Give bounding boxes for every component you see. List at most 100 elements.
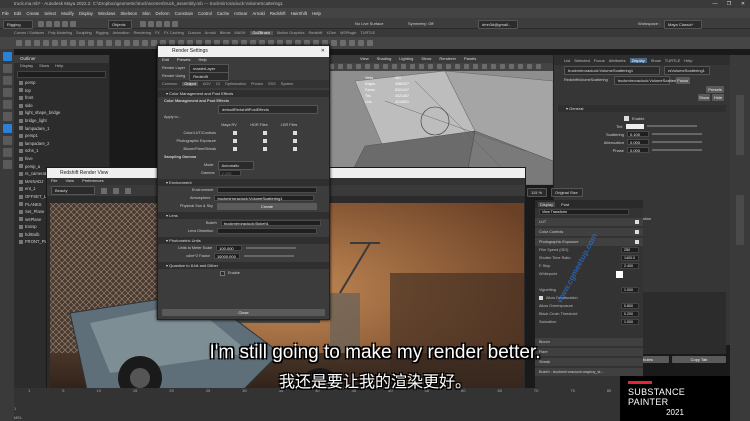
apply-checkbox[interactable] — [293, 139, 297, 143]
tab-post[interactable]: Post — [561, 202, 569, 207]
channel-box-side-tab[interactable] — [736, 195, 744, 245]
menu-redshift[interactable]: Redshift — [270, 11, 286, 16]
quantize-section[interactable]: Quantize to 8-bit and Dither — [158, 262, 329, 269]
vignetting-field[interactable]: 1.000 — [621, 287, 639, 293]
shelf-tool-icon[interactable] — [133, 40, 139, 46]
new-scene-icon[interactable] — [38, 21, 44, 27]
display-size-dropdown[interactable]: Original Size — [551, 188, 583, 197]
menuset-dropdown[interactable]: Rigging — [3, 20, 33, 29]
symmetry-label[interactable]: Symmetry: Off — [408, 21, 433, 26]
rv-param-field[interactable]: 0.200 — [621, 311, 639, 317]
view-transform-dropdown[interactable]: View Transform — [539, 209, 629, 215]
dither-enable-checkbox[interactable] — [220, 270, 225, 276]
live-surface-label[interactable]: No Live Surface — [355, 21, 383, 26]
outliner-menu-show[interactable]: Show — [39, 63, 49, 70]
shelf-tool-icon[interactable] — [61, 40, 67, 46]
layout-outliner-icon[interactable] — [2, 160, 12, 169]
node-type-tab[interactable]: rsVolumeScattering1 — [664, 65, 710, 75]
menu-skeleton[interactable]: Skeleton — [120, 11, 137, 16]
apply-checkbox[interactable] — [233, 131, 237, 135]
shelf-tool-icon[interactable] — [16, 40, 22, 46]
shelf-tab-rendering[interactable]: Rendering — [133, 31, 151, 35]
save-scene-icon[interactable] — [54, 21, 60, 27]
rv-param-field[interactable]: 250 — [621, 247, 639, 253]
tint-swatch[interactable] — [625, 123, 644, 129]
rs-tab-system[interactable]: System — [281, 82, 294, 86]
attr-tab-selected[interactable]: Selected — [574, 58, 590, 63]
zoom-dropdown[interactable]: 115 % — [527, 188, 547, 197]
viewport-tool-icon[interactable] — [527, 64, 532, 69]
shelf-tool-icon[interactable] — [70, 40, 76, 46]
open-scene-icon[interactable] — [46, 21, 52, 27]
viewport-menu-lighting[interactable]: Lighting — [399, 55, 413, 63]
outliner-menu-display[interactable]: Display — [20, 63, 33, 70]
menu-windows[interactable]: Windows — [98, 11, 115, 16]
close-button[interactable]: ✕ — [736, 0, 750, 8]
shelf-tab-rigging[interactable]: Rigging — [96, 31, 109, 35]
rs-tab-sss[interactable]: SSS — [268, 82, 276, 86]
rv-menu-file[interactable]: File — [51, 178, 57, 185]
shelf-tool-icon[interactable] — [97, 40, 103, 46]
shelf-tab-sculpting[interactable]: Sculpting — [76, 31, 92, 35]
shelf-tab-arnold[interactable]: Arnold — [205, 31, 216, 35]
snap-grid-icon[interactable] — [140, 21, 146, 27]
rv-param-field[interactable]: 2.400 — [621, 263, 639, 269]
node-name-tab[interactable]: truckmirroraciuck:VolumeScattering1 — [564, 65, 660, 75]
post-effects-field[interactable]: defaultRedshiftPostEffects — [218, 104, 318, 114]
shelf-tool-icon[interactable] — [106, 40, 112, 46]
check-icon[interactable] — [635, 220, 639, 224]
hide-button[interactable]: Hide — [712, 93, 724, 101]
move-tool-icon[interactable] — [2, 88, 12, 97]
viewport-menu-show[interactable]: Show — [421, 55, 431, 63]
shelf-tool-icon[interactable] — [115, 40, 121, 46]
rs-tab-gi[interactable]: GI — [216, 82, 220, 86]
rv-section-lut[interactable]: LUT — [535, 218, 643, 226]
shelf-tool-icon[interactable] — [25, 40, 31, 46]
rs-tab-aov[interactable]: AOV — [203, 82, 211, 86]
outliner-search-input[interactable] — [17, 71, 106, 78]
user-account-dropdown[interactable]: dmn3d@gmail... — [478, 20, 518, 29]
snap-point-icon[interactable] — [156, 21, 162, 27]
apply-checkbox[interactable] — [263, 147, 267, 151]
snap-surface-icon[interactable] — [172, 21, 178, 27]
viewport-tool-icon[interactable] — [338, 64, 343, 69]
lens-section[interactable]: Lens — [158, 212, 329, 219]
viewport-tool-icon[interactable] — [473, 64, 478, 69]
outliner-item[interactable]: front — [19, 94, 109, 102]
viewport-menu-shading[interactable]: Shading — [377, 55, 392, 63]
attr-field-slider[interactable] — [652, 133, 702, 135]
outliner-item[interactable]: bridge_light — [19, 117, 109, 125]
snap-view-icon[interactable] — [164, 21, 170, 27]
render-icon[interactable] — [101, 187, 107, 194]
viewport-tool-icon[interactable] — [464, 64, 469, 69]
outliner-item[interactable]: sohs_1 — [19, 147, 109, 155]
attr-tab-list[interactable]: List — [564, 58, 570, 63]
shelf-tool-icon[interactable] — [349, 40, 355, 46]
menu-select[interactable]: Select — [44, 11, 56, 16]
shelf-tool-icon[interactable] — [142, 40, 148, 46]
viewport-menu-view[interactable]: View — [360, 55, 369, 63]
viewport-tool-icon[interactable] — [383, 64, 388, 69]
shelf-tab-turtle[interactable]: TURTLE — [360, 31, 375, 35]
shelf-tab-animation[interactable]: Animation — [113, 31, 130, 35]
range-start[interactable]: 1 — [14, 406, 16, 411]
rv-param-field[interactable]: 1400.0 — [621, 255, 639, 261]
time-slider[interactable]: 1 5 10 15 20 25 30 35 40 45 50 55 60 65 70 75 80 1 MEL — [14, 388, 620, 421]
bokeh-field[interactable]: truckmirroraciuck:Bokeh1 — [220, 220, 321, 226]
enable-checkbox[interactable] — [624, 115, 629, 121]
scale-tool-icon[interactable] — [2, 112, 12, 121]
snap-curve-icon[interactable] — [148, 21, 154, 27]
attr-tab-attributes[interactable]: Attributes — [609, 58, 626, 63]
shelf-tab-redshift[interactable]: Redshift — [308, 31, 322, 35]
shelf-tool-icon[interactable] — [124, 40, 130, 46]
render-settings-close-icon[interactable]: ✕ — [321, 46, 325, 57]
node-name-field[interactable]: truckmirroraciuck:VolumeScattering1 — [613, 75, 683, 85]
color-mgmt-section[interactable]: Color Management and Post Effects — [158, 90, 329, 97]
units-scale-slider[interactable] — [246, 247, 297, 249]
viewport-tool-icon[interactable] — [518, 64, 523, 69]
menu-skin[interactable]: Skin — [142, 11, 150, 16]
outliner-item[interactable]: lampadare_2 — [19, 140, 109, 148]
tab-display[interactable]: Display — [538, 201, 556, 207]
paint-select-icon[interactable] — [2, 76, 12, 85]
rs-tab-output[interactable]: Output — [182, 82, 198, 86]
